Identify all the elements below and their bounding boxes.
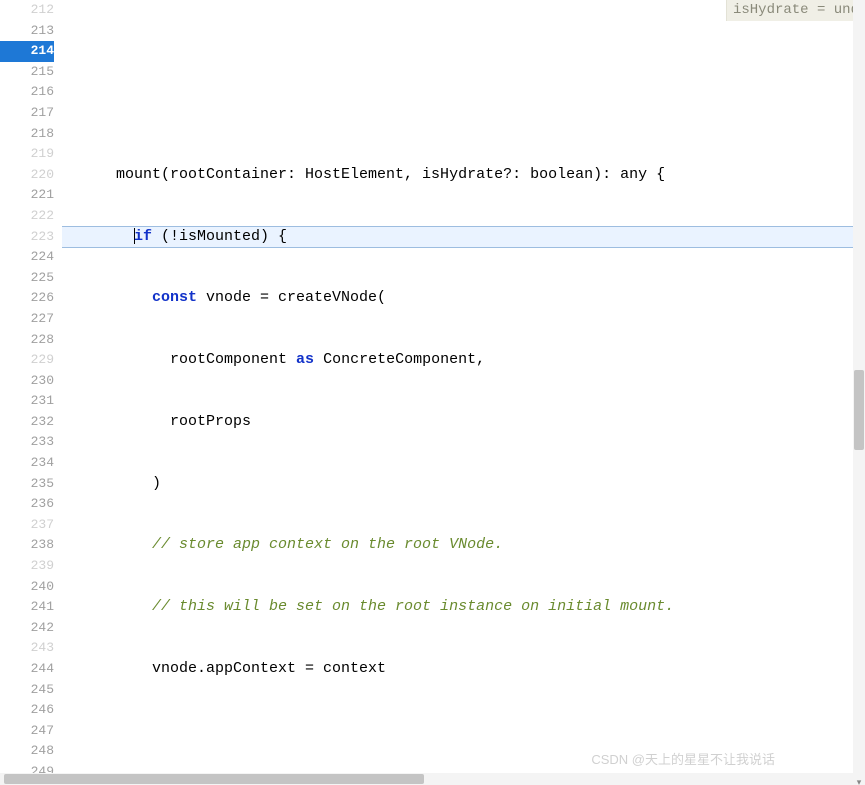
code-line: vnode.appContext = context	[62, 659, 865, 680]
line-number: 243	[0, 638, 54, 659]
code-line: // this will be set on the root instance…	[62, 597, 865, 618]
code-line	[62, 721, 865, 742]
code-line: // store app context on the root VNode.	[62, 535, 865, 556]
line-number: 244	[0, 659, 54, 680]
line-number: 223	[0, 227, 54, 248]
line-number: 228	[0, 330, 54, 351]
code-area[interactable]: isHydrate = und mount(rootContainer: Hos…	[62, 0, 865, 785]
line-number: 233	[0, 432, 54, 453]
line-number: 226	[0, 288, 54, 309]
vertical-scrollbar[interactable]: ▾	[853, 0, 865, 785]
line-number: 232	[0, 412, 54, 433]
line-number: 231	[0, 391, 54, 412]
line-number-gutter: 212 213 214 215 216 217 218 219 220 221 …	[0, 0, 62, 785]
line-number: 247	[0, 721, 54, 742]
code-editor[interactable]: 212 213 214 215 216 217 218 219 220 221 …	[0, 0, 865, 785]
code-line: mount(rootContainer: HostElement, isHydr…	[62, 165, 865, 186]
scroll-down-icon[interactable]: ▾	[855, 773, 863, 783]
code-line: )	[62, 474, 865, 495]
line-number: 216	[0, 82, 54, 103]
line-number: 239	[0, 556, 54, 577]
scrollbar-thumb[interactable]	[854, 370, 864, 450]
line-number: 218	[0, 124, 54, 145]
horizontal-scrollbar[interactable]	[0, 773, 853, 785]
line-number: 234	[0, 453, 54, 474]
line-number: 241	[0, 597, 54, 618]
code-line	[62, 103, 865, 124]
scrollbar-thumb[interactable]	[4, 774, 424, 784]
line-number: 225	[0, 268, 54, 289]
line-number: 219	[0, 144, 54, 165]
line-number: 235	[0, 474, 54, 495]
line-number: 224	[0, 247, 54, 268]
line-number: 212	[0, 0, 54, 21]
line-number: 230	[0, 371, 54, 392]
code-line: rootComponent as ConcreteComponent,	[62, 350, 865, 371]
line-number-current: 214	[0, 41, 54, 62]
inlay-hint: isHydrate = und	[726, 0, 865, 21]
code-line-current: if (!isMounted) {	[62, 227, 865, 248]
line-number: 236	[0, 494, 54, 515]
line-number: 246	[0, 700, 54, 721]
line-number: 215	[0, 62, 54, 83]
line-number: 240	[0, 577, 54, 598]
code-line: const vnode = createVNode(	[62, 288, 865, 309]
line-number: 220	[0, 165, 54, 186]
line-number: 245	[0, 680, 54, 701]
code-line: rootProps	[62, 412, 865, 433]
line-number: 229	[0, 350, 54, 371]
line-number: 237	[0, 515, 54, 536]
line-number: 238	[0, 535, 54, 556]
line-number: 242	[0, 618, 54, 639]
line-number: 227	[0, 309, 54, 330]
line-number: 213	[0, 21, 54, 42]
line-number: 248	[0, 741, 54, 762]
line-number: 222	[0, 206, 54, 227]
line-number: 217	[0, 103, 54, 124]
line-number: 221	[0, 185, 54, 206]
